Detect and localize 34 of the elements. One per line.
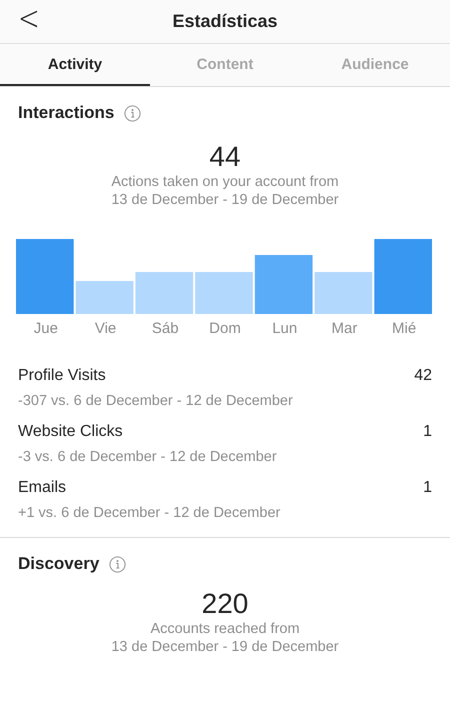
- metric-value: 1: [423, 479, 432, 497]
- metric-change: -3 vs. 6 de December - 12 de December: [18, 449, 278, 465]
- info-icon[interactable]: [124, 104, 142, 122]
- chart-bar: [254, 255, 313, 314]
- date-range: 13 de December - 19 de December: [110, 638, 340, 656]
- metric-label: Profile Visits: [18, 367, 106, 385]
- caption: Accounts reached from: [149, 620, 301, 638]
- metric-value: 1: [423, 423, 432, 441]
- metric-change: -307 vs. 6 de December - 12 de December: [18, 393, 294, 409]
- date-range: 13 de December - 19 de December: [110, 191, 340, 209]
- day-label: Sáb: [150, 320, 180, 337]
- total-count: 44: [208, 141, 242, 173]
- info-icon[interactable]: [109, 556, 126, 572]
- section-title: Discovery: [18, 554, 100, 574]
- metric-label: Emails: [18, 479, 66, 497]
- chart-bar: [195, 272, 253, 314]
- day-label: Mar: [330, 320, 358, 337]
- caption: Actions taken on your account from: [110, 173, 340, 191]
- metric-value: 42: [414, 367, 432, 385]
- metric-label: Website Clicks: [18, 423, 123, 441]
- section-title: Interactions: [18, 103, 114, 123]
- day-label: Jue: [32, 320, 59, 337]
- chart-bar: [76, 281, 134, 314]
- day-label: Vie: [94, 320, 118, 337]
- total-count: 220: [200, 588, 250, 620]
- day-label: Lun: [271, 320, 298, 337]
- screen-title: Estadísticas: [172, 11, 278, 32]
- chart-bar: [135, 272, 194, 314]
- day-label: Mié: [391, 320, 418, 337]
- day-label: Dom: [208, 320, 242, 337]
- back-button[interactable]: <: [14, 0, 44, 38]
- tab[interactable]: Activity: [0, 44, 150, 86]
- chart-bar: [314, 272, 372, 314]
- metric-change: +1 vs. 6 de December - 12 de December: [18, 505, 282, 521]
